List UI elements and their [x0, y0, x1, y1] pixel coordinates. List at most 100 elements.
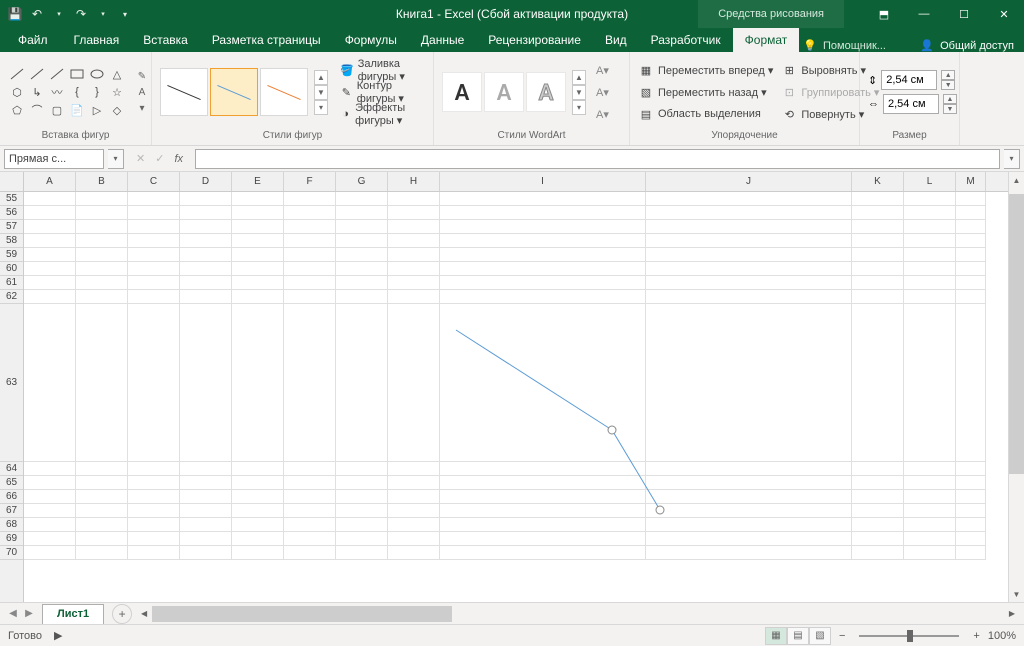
cell-L55[interactable] [904, 192, 956, 206]
bring-forward-button[interactable]: ▦Переместить вперед ▾ [638, 60, 773, 80]
cell-J67[interactable] [646, 504, 852, 518]
cell-C67[interactable] [128, 504, 180, 518]
cell-E65[interactable] [232, 476, 284, 490]
cell-I56[interactable] [440, 206, 646, 220]
shape-line-arrow-icon[interactable] [28, 66, 46, 82]
cell-H68[interactable] [388, 518, 440, 532]
cell-I64[interactable] [440, 462, 646, 476]
cell-C63[interactable] [128, 304, 180, 462]
cell-M63[interactable] [956, 304, 986, 462]
style-more-icon[interactable]: ▾ [314, 100, 328, 115]
zoom-slider-thumb[interactable] [907, 630, 913, 642]
wordart-preset-1[interactable]: A [442, 72, 482, 112]
cell-I62[interactable] [440, 290, 646, 304]
cell-G57[interactable] [336, 220, 388, 234]
cell-A70[interactable] [24, 546, 76, 560]
cell-F61[interactable] [284, 276, 336, 290]
row-header-56[interactable]: 56 [0, 206, 23, 220]
cell-D66[interactable] [180, 490, 232, 504]
wordart-gallery[interactable]: A A A [442, 72, 566, 112]
shape-curve-icon[interactable]: 〰 [48, 84, 66, 100]
shape-elbow-icon[interactable]: ↳ [28, 84, 46, 100]
cell-D61[interactable] [180, 276, 232, 290]
tab-view[interactable]: Вид [593, 28, 639, 52]
cell-K66[interactable] [852, 490, 904, 504]
cell-E57[interactable] [232, 220, 284, 234]
cell-D67[interactable] [180, 504, 232, 518]
cell-J58[interactable] [646, 234, 852, 248]
cell-B67[interactable] [76, 504, 128, 518]
cell-A65[interactable] [24, 476, 76, 490]
cell-J56[interactable] [646, 206, 852, 220]
cell-M66[interactable] [956, 490, 986, 504]
cell-C60[interactable] [128, 262, 180, 276]
cell-A57[interactable] [24, 220, 76, 234]
cell-I60[interactable] [440, 262, 646, 276]
vscroll-thumb[interactable] [1009, 194, 1024, 474]
undo-icon[interactable]: ↶ [30, 7, 44, 21]
cell-H66[interactable] [388, 490, 440, 504]
cell-B61[interactable] [76, 276, 128, 290]
shape-callout-icon[interactable]: ☆ [108, 84, 126, 100]
tab-file[interactable]: Файл [4, 28, 62, 52]
normal-view-icon[interactable]: ▦ [765, 627, 787, 645]
cell-I61[interactable] [440, 276, 646, 290]
cell-K65[interactable] [852, 476, 904, 490]
name-box-dropdown[interactable]: ▾ [108, 149, 124, 169]
cell-J57[interactable] [646, 220, 852, 234]
width-up-icon[interactable]: ▲ [943, 94, 957, 104]
shape-line-icon[interactable] [8, 66, 26, 82]
text-fill-button[interactable]: A▾ [596, 60, 609, 80]
enter-formula-icon[interactable]: ✓ [155, 152, 164, 165]
cell-J60[interactable] [646, 262, 852, 276]
cell-F69[interactable] [284, 532, 336, 546]
cell-F62[interactable] [284, 290, 336, 304]
cell-E66[interactable] [232, 490, 284, 504]
cell-K58[interactable] [852, 234, 904, 248]
cell-D57[interactable] [180, 220, 232, 234]
cell-J64[interactable] [646, 462, 852, 476]
row-header-55[interactable]: 55 [0, 192, 23, 206]
cell-H61[interactable] [388, 276, 440, 290]
cell-B60[interactable] [76, 262, 128, 276]
tab-review[interactable]: Рецензирование [476, 28, 593, 52]
style-preset-2[interactable] [210, 68, 258, 116]
width-down-icon[interactable]: ▼ [943, 104, 957, 114]
cell-M70[interactable] [956, 546, 986, 560]
row-header-58[interactable]: 58 [0, 234, 23, 248]
cell-C66[interactable] [128, 490, 180, 504]
fx-icon[interactable]: fx [174, 153, 183, 165]
cell-L60[interactable] [904, 262, 956, 276]
cell-H57[interactable] [388, 220, 440, 234]
cell-F66[interactable] [284, 490, 336, 504]
scroll-down-icon[interactable]: ▼ [1009, 586, 1024, 602]
cell-C69[interactable] [128, 532, 180, 546]
cell-C58[interactable] [128, 234, 180, 248]
col-header-J[interactable]: J [646, 172, 852, 191]
cell-I57[interactable] [440, 220, 646, 234]
cell-C62[interactable] [128, 290, 180, 304]
cell-H69[interactable] [388, 532, 440, 546]
cell-L63[interactable] [904, 304, 956, 462]
cell-A63[interactable] [24, 304, 76, 462]
cell-A55[interactable] [24, 192, 76, 206]
row-header-64[interactable]: 64 [0, 462, 23, 476]
cell-K59[interactable] [852, 248, 904, 262]
cell-E60[interactable] [232, 262, 284, 276]
scroll-up-icon[interactable]: ▲ [1009, 172, 1024, 188]
cell-L62[interactable] [904, 290, 956, 304]
cell-A69[interactable] [24, 532, 76, 546]
close-button[interactable]: ✕ [984, 0, 1024, 28]
cell-M65[interactable] [956, 476, 986, 490]
hscroll-thumb[interactable] [152, 606, 452, 622]
cell-E59[interactable] [232, 248, 284, 262]
cell-I65[interactable] [440, 476, 646, 490]
cell-E58[interactable] [232, 234, 284, 248]
shape-diamond-icon[interactable]: ◇ [108, 102, 126, 118]
share-button[interactable]: 👤 Общий доступ [920, 39, 1014, 52]
cell-K62[interactable] [852, 290, 904, 304]
shape-hex-icon[interactable]: ⬡ [8, 84, 26, 100]
cell-L58[interactable] [904, 234, 956, 248]
tab-formulas[interactable]: Формулы [333, 28, 409, 52]
wordart-preset-2[interactable]: A [484, 72, 524, 112]
